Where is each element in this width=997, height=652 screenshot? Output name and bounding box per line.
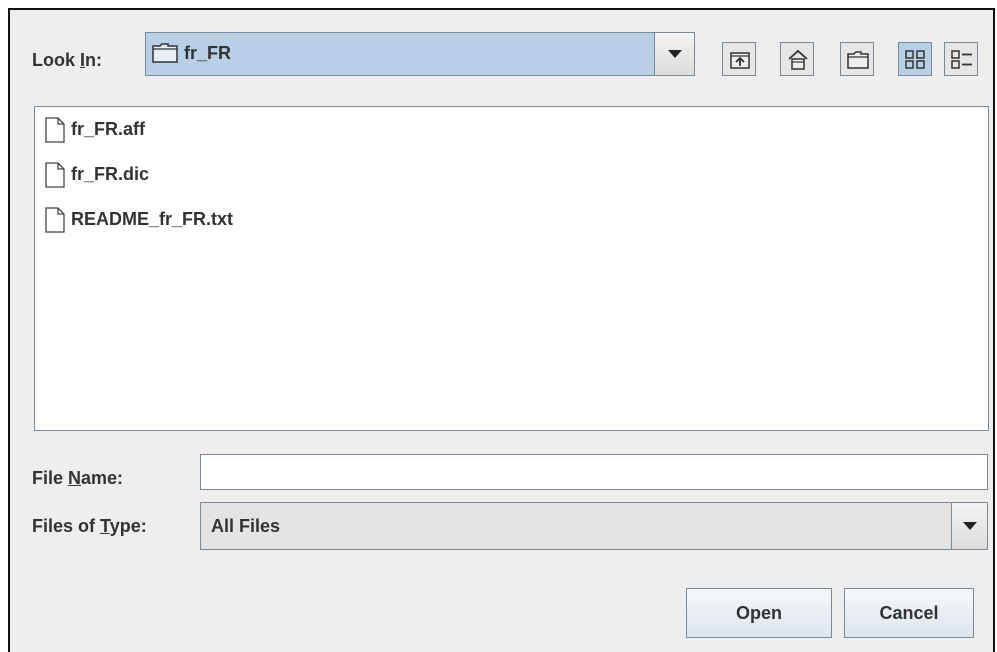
file-icon <box>45 162 65 188</box>
folder-icon <box>152 43 178 68</box>
list-view-button[interactable] <box>898 42 932 76</box>
file-name-label: File Name: <box>32 468 124 488</box>
look-in-label: Look In: <box>32 50 103 70</box>
files-of-type-value: All Files <box>211 516 281 536</box>
chevron-down-icon <box>667 50 682 58</box>
chevron-down-icon <box>962 522 977 530</box>
open-button[interactable]: Open <box>686 588 832 638</box>
up-folder-button[interactable] <box>722 42 756 76</box>
file-icon <box>45 207 65 233</box>
cancel-button[interactable]: Cancel <box>844 588 974 638</box>
files-of-type-dropdown-button[interactable] <box>951 503 987 549</box>
file-name-text: README_fr_FR.txt <box>71 209 234 229</box>
file-name-input[interactable] <box>200 454 988 490</box>
details-view-button[interactable] <box>944 42 978 76</box>
file-icon <box>45 117 65 143</box>
files-of-type-combo[interactable]: All Files <box>200 502 988 550</box>
file-name-text: fr_FR.dic <box>71 164 150 184</box>
file-name-text: fr_FR.aff <box>71 119 146 139</box>
look-in-combo[interactable]: fr_FR <box>145 32 695 76</box>
file-list[interactable]: fr_FR.aff fr_FR.dic README_fr_FR.txt <box>34 106 989 431</box>
new-folder-button[interactable] <box>840 42 874 76</box>
look-in-value: fr_FR <box>184 43 232 63</box>
files-of-type-label: Files of Type: <box>32 516 147 536</box>
file-chooser-dialog: Look In: fr_FR fr_FR.aff fr_FR.dic READM… <box>8 8 995 652</box>
look-in-dropdown-button[interactable] <box>654 33 694 75</box>
home-button[interactable] <box>780 42 814 76</box>
